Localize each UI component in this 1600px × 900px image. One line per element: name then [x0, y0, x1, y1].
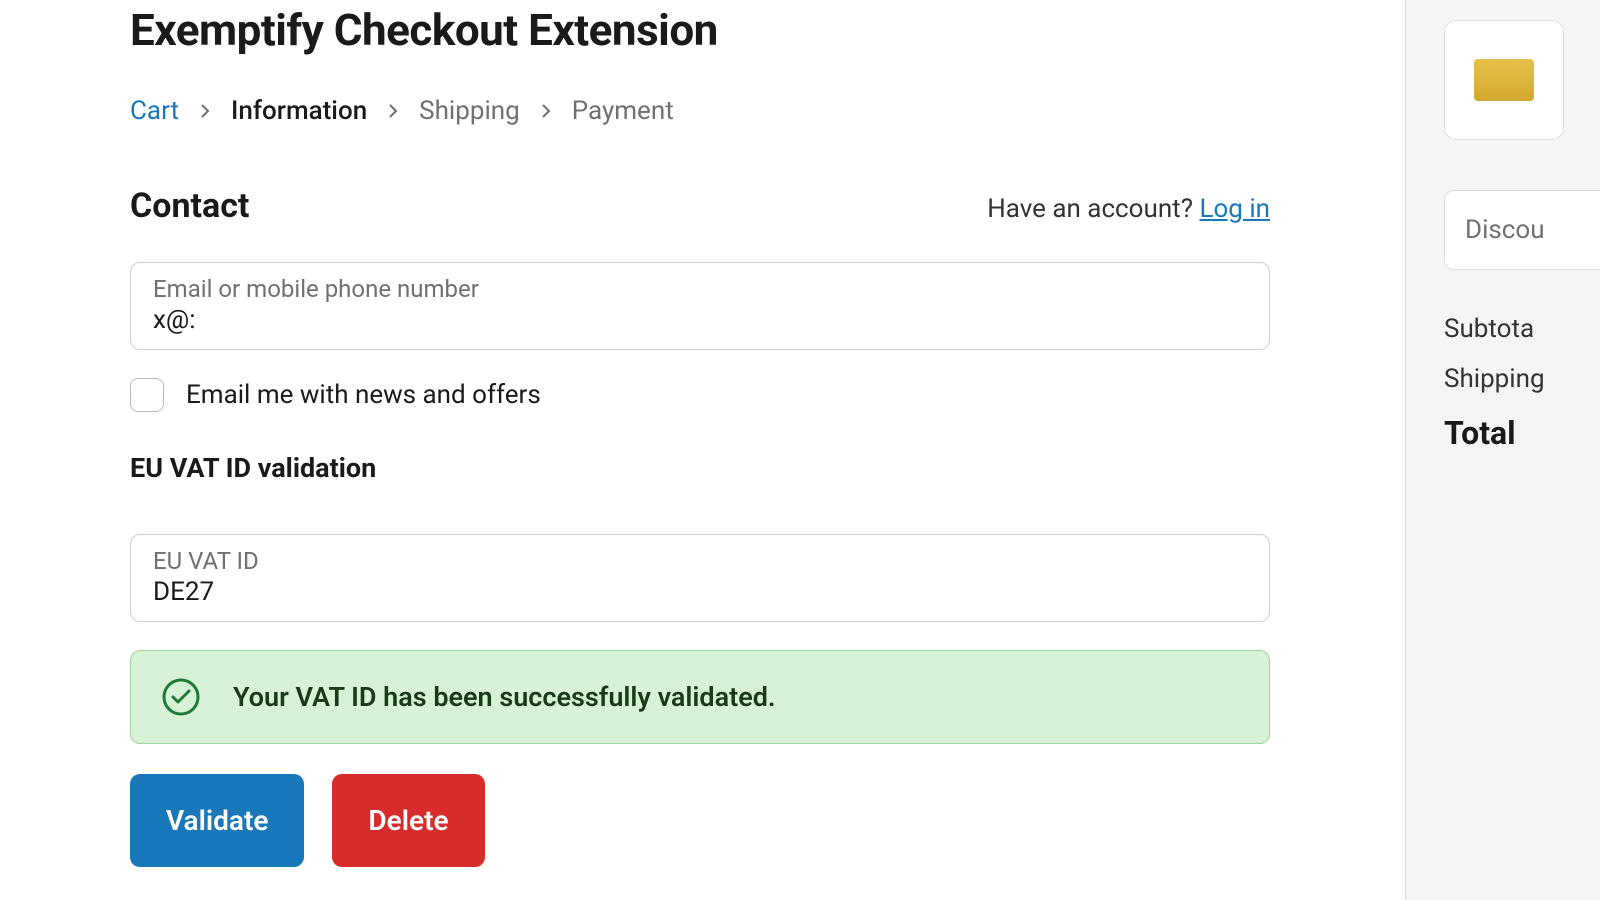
login-prompt-text: Have an account?: [987, 194, 1199, 224]
vat-label: EU VAT ID: [153, 547, 1247, 575]
vat-success-alert: Your VAT ID has been successfully valida…: [130, 650, 1270, 744]
vat-input[interactable]: [153, 577, 1247, 607]
chevron-right-icon: [538, 103, 554, 119]
vat-heading: EU VAT ID validation: [130, 452, 1405, 484]
shipping-label: Shipping: [1444, 364, 1600, 394]
breadcrumb-payment[interactable]: Payment: [572, 96, 674, 126]
login-prompt: Have an account? Log in: [987, 194, 1270, 224]
total-label: Total: [1444, 414, 1600, 452]
delete-button[interactable]: Delete: [332, 774, 484, 867]
vat-success-text: Your VAT ID has been successfully valida…: [233, 681, 776, 713]
breadcrumb: Cart Information Shipping Payment: [130, 96, 1405, 126]
chevron-right-icon: [197, 103, 213, 119]
newsletter-checkbox[interactable]: [130, 378, 164, 412]
check-circle-icon: [161, 677, 201, 717]
product-image-icon: [1474, 59, 1534, 101]
discount-input[interactable]: Discou: [1444, 190, 1600, 270]
email-field-wrapper[interactable]: Email or mobile phone number: [130, 262, 1270, 350]
email-label: Email or mobile phone number: [153, 275, 1247, 303]
page-title: Exemptify Checkout Extension: [130, 4, 1405, 56]
subtotal-label: Subtota: [1444, 314, 1600, 344]
vat-field-wrapper[interactable]: EU VAT ID: [130, 534, 1270, 622]
chevron-right-icon: [385, 103, 401, 119]
login-link[interactable]: Log in: [1199, 194, 1270, 224]
breadcrumb-information: Information: [231, 96, 367, 126]
contact-heading: Contact: [130, 186, 249, 226]
order-summary-sidebar: Discou Subtota Shipping Total: [1405, 0, 1600, 900]
newsletter-label: Email me with news and offers: [186, 380, 541, 410]
breadcrumb-cart[interactable]: Cart: [130, 96, 179, 126]
product-thumbnail[interactable]: [1444, 20, 1564, 140]
validate-button[interactable]: Validate: [130, 774, 304, 867]
email-input[interactable]: [153, 305, 1247, 335]
breadcrumb-shipping[interactable]: Shipping: [419, 96, 520, 126]
